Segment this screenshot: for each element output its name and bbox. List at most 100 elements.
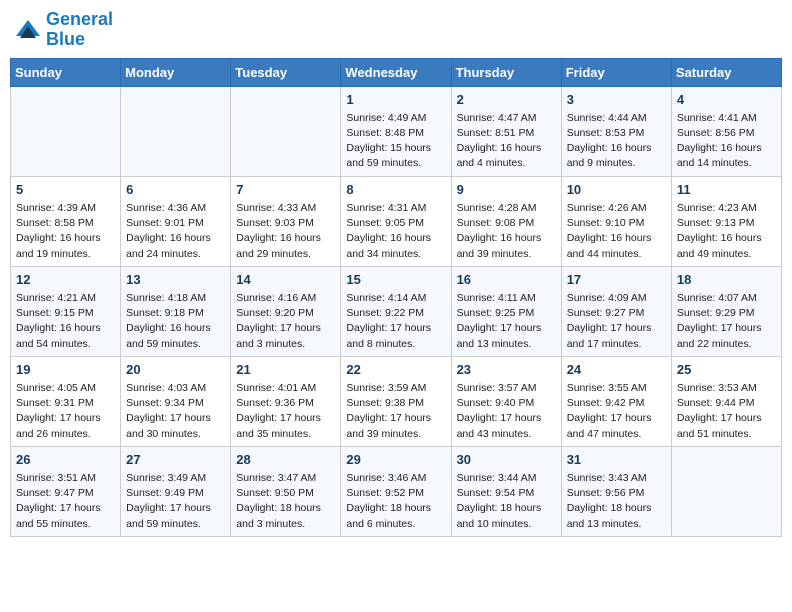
day-info: Sunrise: 3:57 AMSunset: 9:40 PMDaylight:… xyxy=(457,381,556,442)
logo: General Blue xyxy=(14,10,113,50)
calendar-cell: 30 Sunrise: 3:44 AMSunset: 9:54 PMDayligh… xyxy=(451,446,561,536)
day-number: 17 xyxy=(567,271,666,289)
calendar-cell: 20 Sunrise: 4:03 AMSunset: 9:34 PMDayligh… xyxy=(121,356,231,446)
calendar-cell: 31Sunrise: 3:43 AMSunset: 9:56 PMDayligh… xyxy=(561,446,671,536)
day-info: Sunrise: 3:43 AMSunset: 9:56 PMDaylight:… xyxy=(567,471,666,532)
day-number: 12 xyxy=(16,271,115,289)
day-number: 9 xyxy=(457,181,556,199)
calendar-cell: 19Sunrise: 4:05 AMSunset: 9:31 PMDayligh… xyxy=(11,356,121,446)
calendar-cell: 1 Sunrise: 4:49 AMSunset: 8:48 PMDaylight… xyxy=(341,86,451,176)
calendar-cell xyxy=(231,86,341,176)
day-info: Sunrise: 4:14 AMSunset: 9:22 PMDaylight:… xyxy=(346,291,445,352)
day-number: 21 xyxy=(236,361,335,379)
day-info: Sunrise: 3:51 AMSunset: 9:47 PMDaylight:… xyxy=(16,471,115,532)
calendar-cell: 23 Sunrise: 3:57 AMSunset: 9:40 PMDayligh… xyxy=(451,356,561,446)
day-info: Sunrise: 4:33 AMSunset: 9:03 PMDaylight:… xyxy=(236,201,335,262)
day-number: 25 xyxy=(677,361,776,379)
day-number: 10 xyxy=(567,181,666,199)
calendar-cell: 25 Sunrise: 3:53 AMSunset: 9:44 PMDayligh… xyxy=(671,356,781,446)
calendar-cell: 18 Sunrise: 4:07 AMSunset: 9:29 PMDayligh… xyxy=(671,266,781,356)
day-info: Sunrise: 3:53 AMSunset: 9:44 PMDaylight:… xyxy=(677,381,776,442)
weekday-header-wednesday: Wednesday xyxy=(341,58,451,86)
calendar-cell: 5 Sunrise: 4:39 AMSunset: 8:58 PMDaylight… xyxy=(11,176,121,266)
day-info: Sunrise: 3:55 AMSunset: 9:42 PMDaylight:… xyxy=(567,381,666,442)
week-row-3: 12 Sunrise: 4:21 AMSunset: 9:15 PMDayligh… xyxy=(11,266,782,356)
logo-icon xyxy=(14,16,42,44)
day-info: Sunrise: 4:11 AMSunset: 9:25 PMDaylight:… xyxy=(457,291,556,352)
weekday-header-tuesday: Tuesday xyxy=(231,58,341,86)
day-number: 23 xyxy=(457,361,556,379)
calendar-cell: 27 Sunrise: 3:49 AMSunset: 9:49 PMDayligh… xyxy=(121,446,231,536)
day-number: 26 xyxy=(16,451,115,469)
day-info: Sunrise: 4:16 AMSunset: 9:20 PMDaylight:… xyxy=(236,291,335,352)
calendar-cell: 29Sunrise: 3:46 AMSunset: 9:52 PMDayligh… xyxy=(341,446,451,536)
calendar-cell: 11 Sunrise: 4:23 AMSunset: 9:13 PMDayligh… xyxy=(671,176,781,266)
day-number: 29 xyxy=(346,451,445,469)
calendar-cell: 13 Sunrise: 4:18 AMSunset: 9:18 PMDayligh… xyxy=(121,266,231,356)
calendar-cell xyxy=(121,86,231,176)
calendar-cell: 28 Sunrise: 3:47 AMSunset: 9:50 PMDayligh… xyxy=(231,446,341,536)
day-number: 28 xyxy=(236,451,335,469)
calendar-cell: 24 Sunrise: 3:55 AMSunset: 9:42 PMDayligh… xyxy=(561,356,671,446)
week-row-1: 1 Sunrise: 4:49 AMSunset: 8:48 PMDaylight… xyxy=(11,86,782,176)
day-info: Sunrise: 4:28 AMSunset: 9:08 PMDaylight:… xyxy=(457,201,556,262)
day-number: 2 xyxy=(457,91,556,109)
day-info: Sunrise: 4:39 AMSunset: 8:58 PMDaylight:… xyxy=(16,201,115,262)
calendar-cell: 17Sunrise: 4:09 AMSunset: 9:27 PMDayligh… xyxy=(561,266,671,356)
calendar-cell: 8Sunrise: 4:31 AMSunset: 9:05 PMDaylight… xyxy=(341,176,451,266)
day-info: Sunrise: 4:03 AMSunset: 9:34 PMDaylight:… xyxy=(126,381,225,442)
day-number: 27 xyxy=(126,451,225,469)
day-info: Sunrise: 4:01 AMSunset: 9:36 PMDaylight:… xyxy=(236,381,335,442)
day-number: 30 xyxy=(457,451,556,469)
page-header: General Blue xyxy=(10,10,782,50)
day-info: Sunrise: 4:21 AMSunset: 9:15 PMDaylight:… xyxy=(16,291,115,352)
calendar-cell: 3Sunrise: 4:44 AMSunset: 8:53 PMDaylight… xyxy=(561,86,671,176)
day-info: Sunrise: 3:49 AMSunset: 9:49 PMDaylight:… xyxy=(126,471,225,532)
day-info: Sunrise: 4:49 AMSunset: 8:48 PMDaylight:… xyxy=(346,111,445,172)
day-number: 19 xyxy=(16,361,115,379)
week-row-2: 5 Sunrise: 4:39 AMSunset: 8:58 PMDaylight… xyxy=(11,176,782,266)
calendar-cell: 12 Sunrise: 4:21 AMSunset: 9:15 PMDayligh… xyxy=(11,266,121,356)
day-number: 14 xyxy=(236,271,335,289)
calendar-cell: 7Sunrise: 4:33 AMSunset: 9:03 PMDaylight… xyxy=(231,176,341,266)
day-number: 13 xyxy=(126,271,225,289)
weekday-header-monday: Monday xyxy=(121,58,231,86)
logo-text: General Blue xyxy=(46,10,113,50)
day-info: Sunrise: 4:47 AMSunset: 8:51 PMDaylight:… xyxy=(457,111,556,172)
calendar-cell: 6 Sunrise: 4:36 AMSunset: 9:01 PMDaylight… xyxy=(121,176,231,266)
weekday-header-row: SundayMondayTuesdayWednesdayThursdayFrid… xyxy=(11,58,782,86)
day-info: Sunrise: 4:18 AMSunset: 9:18 PMDaylight:… xyxy=(126,291,225,352)
calendar-cell: 9 Sunrise: 4:28 AMSunset: 9:08 PMDaylight… xyxy=(451,176,561,266)
calendar-cell xyxy=(671,446,781,536)
calendar-table: SundayMondayTuesdayWednesdayThursdayFrid… xyxy=(10,58,782,537)
day-number: 1 xyxy=(346,91,445,109)
day-number: 5 xyxy=(16,181,115,199)
day-number: 4 xyxy=(677,91,776,109)
day-number: 22 xyxy=(346,361,445,379)
day-info: Sunrise: 4:23 AMSunset: 9:13 PMDaylight:… xyxy=(677,201,776,262)
calendar-cell: 10Sunrise: 4:26 AMSunset: 9:10 PMDayligh… xyxy=(561,176,671,266)
week-row-5: 26 Sunrise: 3:51 AMSunset: 9:47 PMDayligh… xyxy=(11,446,782,536)
day-number: 15 xyxy=(346,271,445,289)
day-info: Sunrise: 3:44 AMSunset: 9:54 PMDaylight:… xyxy=(457,471,556,532)
day-number: 11 xyxy=(677,181,776,199)
day-number: 6 xyxy=(126,181,225,199)
calendar-cell: 14 Sunrise: 4:16 AMSunset: 9:20 PMDayligh… xyxy=(231,266,341,356)
calendar-cell xyxy=(11,86,121,176)
day-info: Sunrise: 4:07 AMSunset: 9:29 PMDaylight:… xyxy=(677,291,776,352)
day-number: 16 xyxy=(457,271,556,289)
day-info: Sunrise: 4:31 AMSunset: 9:05 PMDaylight:… xyxy=(346,201,445,262)
day-info: Sunrise: 3:47 AMSunset: 9:50 PMDaylight:… xyxy=(236,471,335,532)
day-info: Sunrise: 3:59 AMSunset: 9:38 PMDaylight:… xyxy=(346,381,445,442)
calendar-cell: 2 Sunrise: 4:47 AMSunset: 8:51 PMDaylight… xyxy=(451,86,561,176)
calendar-cell: 15 Sunrise: 4:14 AMSunset: 9:22 PMDayligh… xyxy=(341,266,451,356)
day-info: Sunrise: 4:41 AMSunset: 8:56 PMDaylight:… xyxy=(677,111,776,172)
day-number: 20 xyxy=(126,361,225,379)
day-number: 24 xyxy=(567,361,666,379)
calendar-cell: 21 Sunrise: 4:01 AMSunset: 9:36 PMDayligh… xyxy=(231,356,341,446)
day-number: 18 xyxy=(677,271,776,289)
day-info: Sunrise: 4:36 AMSunset: 9:01 PMDaylight:… xyxy=(126,201,225,262)
calendar-cell: 16 Sunrise: 4:11 AMSunset: 9:25 PMDayligh… xyxy=(451,266,561,356)
day-info: Sunrise: 4:44 AMSunset: 8:53 PMDaylight:… xyxy=(567,111,666,172)
week-row-4: 19Sunrise: 4:05 AMSunset: 9:31 PMDayligh… xyxy=(11,356,782,446)
